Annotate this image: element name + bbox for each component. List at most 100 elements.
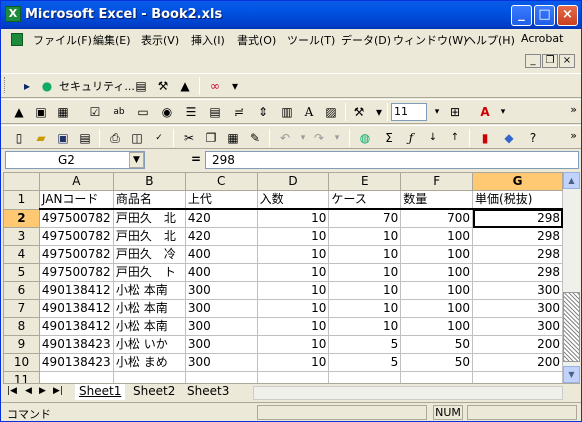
cell[interactable]: 数量 bbox=[400, 190, 474, 210]
column-header[interactable]: F bbox=[400, 172, 474, 191]
cell[interactable]: 497500782 bbox=[38, 227, 114, 246]
menu-file[interactable]: ファイル(F) bbox=[33, 32, 92, 48]
cell[interactable]: 10 bbox=[256, 335, 330, 354]
print-preview-icon[interactable]: ◫ bbox=[127, 129, 147, 147]
cell[interactable]: 200 bbox=[472, 353, 563, 372]
cell[interactable]: 小松 まめ bbox=[112, 353, 186, 372]
cell[interactable]: 300 bbox=[184, 317, 258, 336]
select-all-corner[interactable] bbox=[3, 172, 40, 191]
cell[interactable]: 490138412 bbox=[38, 299, 114, 318]
properties-icon[interactable]: ▤ bbox=[131, 77, 151, 95]
cell[interactable]: 300 bbox=[472, 281, 563, 300]
toolbar2-overflow-icon[interactable]: » bbox=[570, 129, 577, 142]
redo-icon[interactable]: ↷ bbox=[309, 129, 329, 147]
next-sheet-icon[interactable]: ▶ bbox=[39, 386, 46, 396]
drawing-icon[interactable]: ◆ bbox=[499, 129, 519, 147]
cell[interactable]: 300 bbox=[472, 317, 563, 336]
open-icon[interactable]: ▰ bbox=[31, 129, 51, 147]
prev-sheet-icon[interactable]: ◀ bbox=[25, 386, 32, 396]
cell[interactable]: 50 bbox=[400, 353, 474, 372]
image-icon[interactable]: ▨ bbox=[321, 103, 341, 121]
cell[interactable]: 小松 本南 bbox=[112, 299, 186, 318]
cell[interactable]: ケース bbox=[328, 190, 402, 210]
cell[interactable]: 420 bbox=[184, 227, 258, 246]
menu-help[interactable]: ヘルプ(H) bbox=[465, 32, 515, 48]
cell[interactable]: 100 bbox=[400, 245, 474, 264]
cell[interactable]: 497500782 bbox=[38, 208, 114, 228]
cell[interactable] bbox=[112, 371, 186, 383]
row-header[interactable]: 9 bbox=[3, 335, 40, 354]
cell[interactable]: 戸田久 北 bbox=[112, 227, 186, 246]
play-icon[interactable]: ▸ bbox=[17, 77, 37, 95]
cell[interactable]: 小松 本南 bbox=[112, 317, 186, 336]
sort-descending-icon[interactable]: ↑ bbox=[445, 129, 465, 147]
excel-app-icon[interactable]: X bbox=[5, 6, 21, 22]
toolbar-overflow-icon[interactable]: » bbox=[570, 103, 577, 116]
sheet-tab-sheet2[interactable]: Sheet2 bbox=[129, 384, 179, 400]
cell[interactable] bbox=[328, 371, 402, 383]
link-icon[interactable]: ∞ bbox=[205, 77, 225, 95]
formula-input[interactable]: 298 bbox=[205, 151, 579, 169]
cell[interactable]: 400 bbox=[184, 245, 258, 264]
print-icon[interactable]: ⎙ bbox=[105, 129, 125, 147]
font-size-arrow-icon[interactable]: ▾ bbox=[427, 103, 447, 121]
row-header[interactable]: 8 bbox=[3, 317, 40, 336]
font-color-icon[interactable]: A bbox=[475, 103, 495, 121]
cell[interactable]: 上代 bbox=[184, 190, 258, 210]
cell[interactable]: 10 bbox=[328, 263, 402, 282]
column-header[interactable]: G bbox=[472, 172, 563, 191]
row-header[interactable]: 11 bbox=[3, 371, 40, 383]
cell[interactable]: 100 bbox=[400, 317, 474, 336]
security-icon[interactable]: ● bbox=[37, 77, 57, 95]
column-header[interactable]: B bbox=[112, 172, 186, 191]
menu-format[interactable]: 書式(O) bbox=[237, 32, 276, 48]
cell[interactable]: 小松 いか bbox=[112, 335, 186, 354]
close-button[interactable]: × bbox=[557, 5, 578, 26]
cell[interactable]: 300 bbox=[184, 353, 258, 372]
combo-box-icon[interactable]: ▤ bbox=[205, 103, 225, 121]
undo-icon[interactable]: ↶ bbox=[275, 129, 295, 147]
cell[interactable]: 10 bbox=[256, 281, 330, 300]
help-icon[interactable]: ? bbox=[523, 129, 543, 147]
option-button-icon[interactable]: ◉ bbox=[157, 103, 177, 121]
font-color-arrow-icon[interactable]: ▾ bbox=[493, 103, 513, 121]
cell[interactable]: 100 bbox=[400, 227, 474, 246]
row-header[interactable]: 5 bbox=[3, 263, 40, 282]
design-mode-icon[interactable]: ▲ bbox=[175, 77, 195, 95]
cell[interactable] bbox=[472, 371, 563, 383]
column-header[interactable]: C bbox=[184, 172, 258, 191]
maximize-button[interactable]: □ bbox=[534, 5, 555, 26]
cell[interactable] bbox=[256, 371, 330, 383]
minimize-button[interactable]: _ bbox=[511, 5, 532, 26]
cell[interactable]: 298 bbox=[472, 227, 563, 246]
first-sheet-icon[interactable]: |◀ bbox=[7, 386, 17, 396]
cell[interactable]: 300 bbox=[184, 281, 258, 300]
menu-insert[interactable]: 挿入(I) bbox=[191, 32, 225, 48]
cell[interactable]: 入数 bbox=[256, 190, 330, 210]
cell[interactable]: 10 bbox=[256, 245, 330, 264]
cell[interactable]: 戸田久 冷 bbox=[112, 245, 186, 264]
scroll-up-icon[interactable]: ▲ bbox=[563, 172, 580, 189]
cell[interactable]: 490138412 bbox=[38, 281, 114, 300]
paste-icon[interactable]: ▦ bbox=[223, 129, 243, 147]
spelling-icon[interactable]: ✓ bbox=[149, 129, 169, 147]
checkbox-tool-icon[interactable]: ▦ bbox=[53, 103, 73, 121]
cell[interactable]: 298 bbox=[472, 245, 563, 264]
sheet-tab-sheet3[interactable]: Sheet3 bbox=[183, 384, 233, 400]
cell[interactable]: 400 bbox=[184, 263, 258, 282]
label-icon[interactable]: ▥ bbox=[277, 103, 297, 121]
cell[interactable]: 10 bbox=[328, 317, 402, 336]
chart-wizard-icon[interactable]: ▲ bbox=[9, 103, 29, 121]
menu-data[interactable]: データ(D) bbox=[341, 32, 391, 48]
cell[interactable]: 10 bbox=[256, 299, 330, 318]
menu-window[interactable]: ウィンドウ(W) bbox=[393, 32, 467, 48]
sort-ascending-icon[interactable]: ↓ bbox=[423, 129, 443, 147]
column-header[interactable]: E bbox=[328, 172, 402, 191]
cell[interactable]: 300 bbox=[184, 299, 258, 318]
button-tool-icon[interactable]: ▭ bbox=[133, 103, 153, 121]
cell[interactable]: 小松 本南 bbox=[112, 281, 186, 300]
cell[interactable]: 5 bbox=[328, 335, 402, 354]
hyperlink-icon[interactable]: ◍ bbox=[355, 129, 375, 147]
last-sheet-icon[interactable]: ▶| bbox=[53, 386, 63, 396]
vertical-scrollbar[interactable]: ▲ ▼ bbox=[563, 172, 580, 383]
